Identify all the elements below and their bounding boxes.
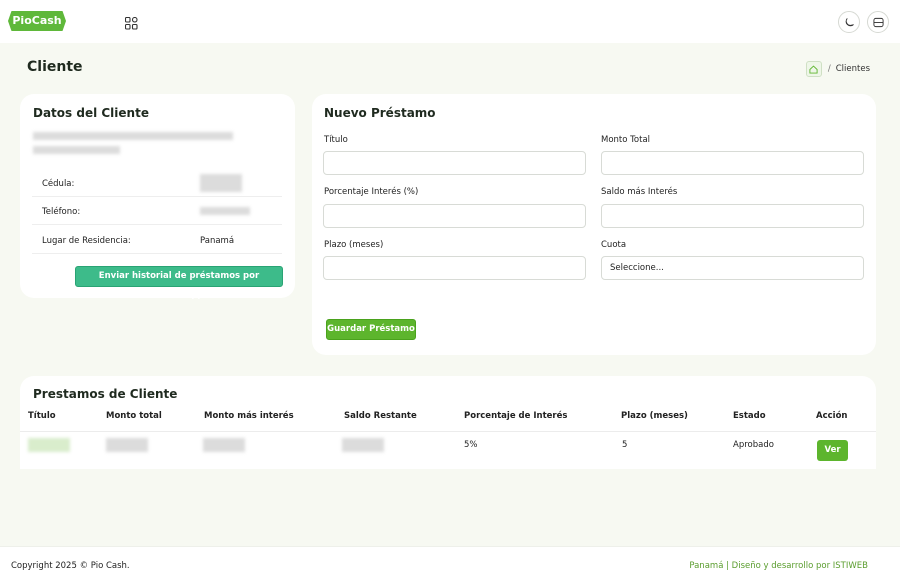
porcentaje-interes-input[interactable] — [323, 204, 586, 228]
loan-estado: Aprobado — [733, 440, 774, 450]
loan-title-redacted[interactable] — [28, 438, 70, 452]
footer-copyright: Copyright 2025 © Pio Cash. — [11, 561, 130, 571]
info-row-telefono: Teléfono: — [32, 197, 282, 225]
plazo-label: Plazo (meses) — [324, 240, 384, 250]
dark-mode-moon-icon[interactable] — [838, 11, 860, 33]
loan-monto-redacted — [106, 438, 148, 452]
footer: Copyright 2025 © Pio Cash. Panamá | Dise… — [0, 546, 900, 585]
saldo-interes-label: Saldo más Interés — [601, 187, 678, 197]
col-monto-total: Monto total — [106, 411, 162, 421]
new-loan-card: Nuevo Préstamo Título Monto Total Porcen… — [312, 94, 876, 355]
breadcrumb-current: Clientes — [835, 64, 870, 74]
apps-grid-icon[interactable] — [124, 15, 138, 30]
layout-toggle-icon[interactable] — [867, 11, 889, 33]
info-row-cedula: Cédula: — [32, 169, 282, 197]
monto-total-input[interactable] — [601, 151, 864, 175]
client-name-redacted — [33, 132, 233, 140]
col-saldo-restante: Saldo Restante — [344, 411, 417, 421]
breadcrumb-separator: / — [827, 64, 831, 74]
col-titulo: Título — [28, 411, 56, 421]
cedula-value-redacted — [200, 174, 242, 192]
loan-saldo-redacted — [342, 438, 384, 452]
monto-total-label: Monto Total — [601, 135, 651, 145]
view-loan-button[interactable]: Ver — [817, 440, 848, 461]
loan-porcentaje: 5% — [464, 440, 478, 450]
residencia-value: Panamá — [200, 236, 235, 246]
send-whatsapp-history-button[interactable]: Enviar historial de préstamos por WhatsA… — [75, 266, 283, 300]
col-estado: Estado — [733, 411, 766, 421]
save-loan-button[interactable]: Guardar Préstamo — [326, 319, 416, 340]
telefono-value-redacted — [200, 207, 250, 215]
info-row-residencia: Lugar de Residencia: Panamá — [32, 226, 282, 254]
cuota-select[interactable]: Seleccione... — [601, 256, 864, 280]
page-title: Cliente — [27, 59, 83, 75]
client-data-card: Datos del Cliente Cédula: Teléfono: Luga… — [20, 94, 295, 300]
col-porcentaje: Porcentaje de Interés — [464, 411, 568, 421]
loan-monto-interes-redacted — [203, 438, 245, 452]
home-icon[interactable] — [805, 61, 822, 77]
plazo-input[interactable] — [323, 256, 586, 280]
cuota-label: Cuota — [601, 240, 627, 250]
new-loan-title: Nuevo Préstamo — [324, 106, 436, 120]
saldo-interes-input[interactable] — [601, 204, 864, 228]
porcentaje-interes-label: Porcentaje Interés (%) — [324, 187, 419, 197]
piocash-logo[interactable]: PioCash — [8, 11, 66, 31]
telefono-label: Teléfono: — [42, 207, 81, 217]
residencia-label: Lugar de Residencia: — [42, 236, 131, 246]
client-loans-card: Prestamos de Cliente Título Monto total … — [20, 376, 876, 469]
cedula-label: Cédula: — [42, 179, 75, 189]
loans-table-title: Prestamos de Cliente — [33, 387, 178, 401]
breadcrumb: / Clientes — [805, 61, 870, 77]
loan-plazo: 5 — [622, 440, 628, 450]
titulo-label: Título — [324, 135, 348, 145]
col-plazo: Plazo (meses) — [621, 411, 688, 421]
footer-credits[interactable]: Panamá | Diseño y desarrollo por ISTIWEB — [689, 561, 868, 571]
top-bar: PioCash — [0, 0, 900, 43]
titulo-input[interactable] — [323, 151, 586, 175]
col-monto-interes: Monto más interés — [204, 411, 294, 421]
client-card-title: Datos del Cliente — [33, 106, 149, 120]
client-name-redacted-line2 — [33, 146, 120, 154]
table-header-divider — [20, 431, 876, 432]
col-accion: Acción — [816, 411, 848, 421]
